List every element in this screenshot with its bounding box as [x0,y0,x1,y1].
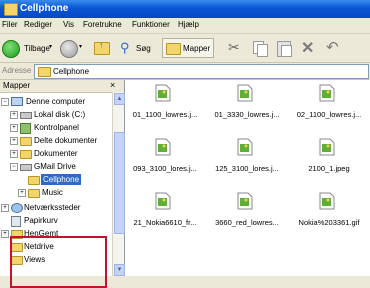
file-item[interactable]: 02_1100_lowres.j... [289,84,369,124]
address-value: Cellphone [53,67,90,76]
file-item[interactable]: 3660_red_lowres... [207,192,287,232]
tree-item-network-places[interactable]: + Netværkssteder [0,202,110,213]
collapse-icon[interactable]: − [10,163,18,171]
expand-icon[interactable]: + [18,189,26,197]
network-icon [11,203,23,213]
expand-icon[interactable]: + [10,150,18,158]
paste-button[interactable] [274,38,294,58]
back-arrow-icon [2,40,20,58]
folders-button[interactable]: Mapper [162,38,214,58]
close-icon[interactable]: × [110,80,115,90]
recycle-bin-icon [11,216,21,227]
tree-item-documents[interactable]: + Dokumenter [0,148,110,159]
address-label: Adresse [2,66,32,75]
drive-icon [20,164,32,171]
tree-item-cellphone[interactable]: Cellphone [0,174,110,185]
highlight-box [10,236,107,288]
file-item[interactable]: 093_3100_lores.j... [125,138,205,178]
delete-button[interactable]: ✕ [298,38,318,58]
collapse-icon[interactable]: − [1,98,9,106]
tree-header: Mapper × [0,80,124,93]
menu-tools[interactable]: Funktioner [132,20,170,30]
search-icon: ⚲ [120,40,130,55]
drive-icon [20,112,32,119]
search-button[interactable]: ⚲ Søg [120,38,160,58]
menu-file[interactable]: Filer [2,20,18,30]
chevron-down-icon: ▾ [49,44,53,50]
cut-button[interactable]: ✂ [226,38,246,58]
image-file-icon [319,192,335,210]
tree-item-gmail-drive[interactable]: − GMail Drive [0,161,110,172]
file-list: 01_1100_lowres.j... 01_3330_lowres.j... … [125,80,370,276]
image-file-icon [155,192,171,210]
folder-icon [20,150,32,159]
forward-button[interactable]: ▾ [58,38,84,58]
scroll-thumb[interactable] [114,132,125,234]
tree-item-music[interactable]: + Music [0,187,110,198]
scroll-down-icon[interactable]: ▼ [114,264,125,276]
menu-edit[interactable]: Rediger [24,20,52,30]
folders-icon [166,43,181,55]
image-file-icon [237,138,253,156]
tree-item-recycle-bin[interactable]: Papirkurv [0,215,110,227]
undo-icon: ↶ [326,39,339,56]
toolbar: Tilbage ▾ ▾ ↑ ⚲ Søg Mapper ✂ ✕ ↶ [0,34,370,63]
folder-tree: Mapper × − Denne computer + Lokal disk (… [0,80,125,288]
folder-icon [38,67,51,77]
folder-icon [4,3,18,16]
menu-help[interactable]: Hjælp [178,20,199,30]
expand-icon[interactable]: + [1,204,9,212]
tree-item-control-panel[interactable]: + Kontrolpanel [0,122,110,134]
image-file-icon [319,138,335,156]
title-bar: Cellphone [0,0,370,18]
computer-icon [11,97,23,106]
expand-icon[interactable]: + [10,137,18,145]
tree-item-shared-documents[interactable]: + Delte dokumenter [0,135,110,146]
image-file-icon [237,84,253,102]
up-folder-button[interactable]: ↑ [92,38,114,58]
file-item[interactable]: 01_1100_lowres.j... [125,84,205,124]
folder-icon [20,137,32,146]
undo-button[interactable]: ↶ [324,38,344,58]
address-bar: Adresse Cellphone [0,63,370,80]
file-item[interactable]: 2100_1.jpeg [289,138,369,178]
menu-bar: Filer Rediger Vis Foretrukne Funktioner … [0,18,370,34]
expand-icon[interactable]: + [1,230,9,238]
expand-icon[interactable]: + [10,124,18,132]
file-item[interactable]: Nokia%203361.gif [289,192,369,232]
chevron-down-icon: ▾ [79,44,83,50]
file-item[interactable]: 01_3330_lowres.j... [207,84,287,124]
expand-icon[interactable]: + [10,111,18,119]
folder-open-icon [28,176,40,185]
image-file-icon [155,84,171,102]
address-field[interactable]: Cellphone [34,64,369,79]
file-item[interactable]: 125_3100_lores.j... [207,138,287,178]
image-file-icon [155,138,171,156]
back-button[interactable]: Tilbage ▾ [2,38,54,58]
scissors-icon: ✂ [228,39,240,55]
menu-favorites[interactable]: Foretrukne [83,20,122,30]
control-panel-icon [20,123,31,134]
tree-item-my-computer[interactable]: − Denne computer [0,96,110,107]
folder-icon [28,189,40,198]
menu-view[interactable]: Vis [63,20,74,30]
image-file-icon [237,192,253,210]
scroll-up-icon[interactable]: ▲ [114,93,125,105]
forward-arrow-icon [60,40,78,58]
file-item[interactable]: 21_Nokia6610_fr... [125,192,205,232]
tree-item-local-disk[interactable]: + Lokal disk (C:) [0,109,110,120]
window-title: Cellphone [20,3,69,14]
image-file-icon [319,84,335,102]
tree-scrollbar[interactable]: ▲ ▼ [112,92,125,276]
delete-icon: ✕ [301,40,315,57]
copy-button[interactable] [250,38,270,58]
